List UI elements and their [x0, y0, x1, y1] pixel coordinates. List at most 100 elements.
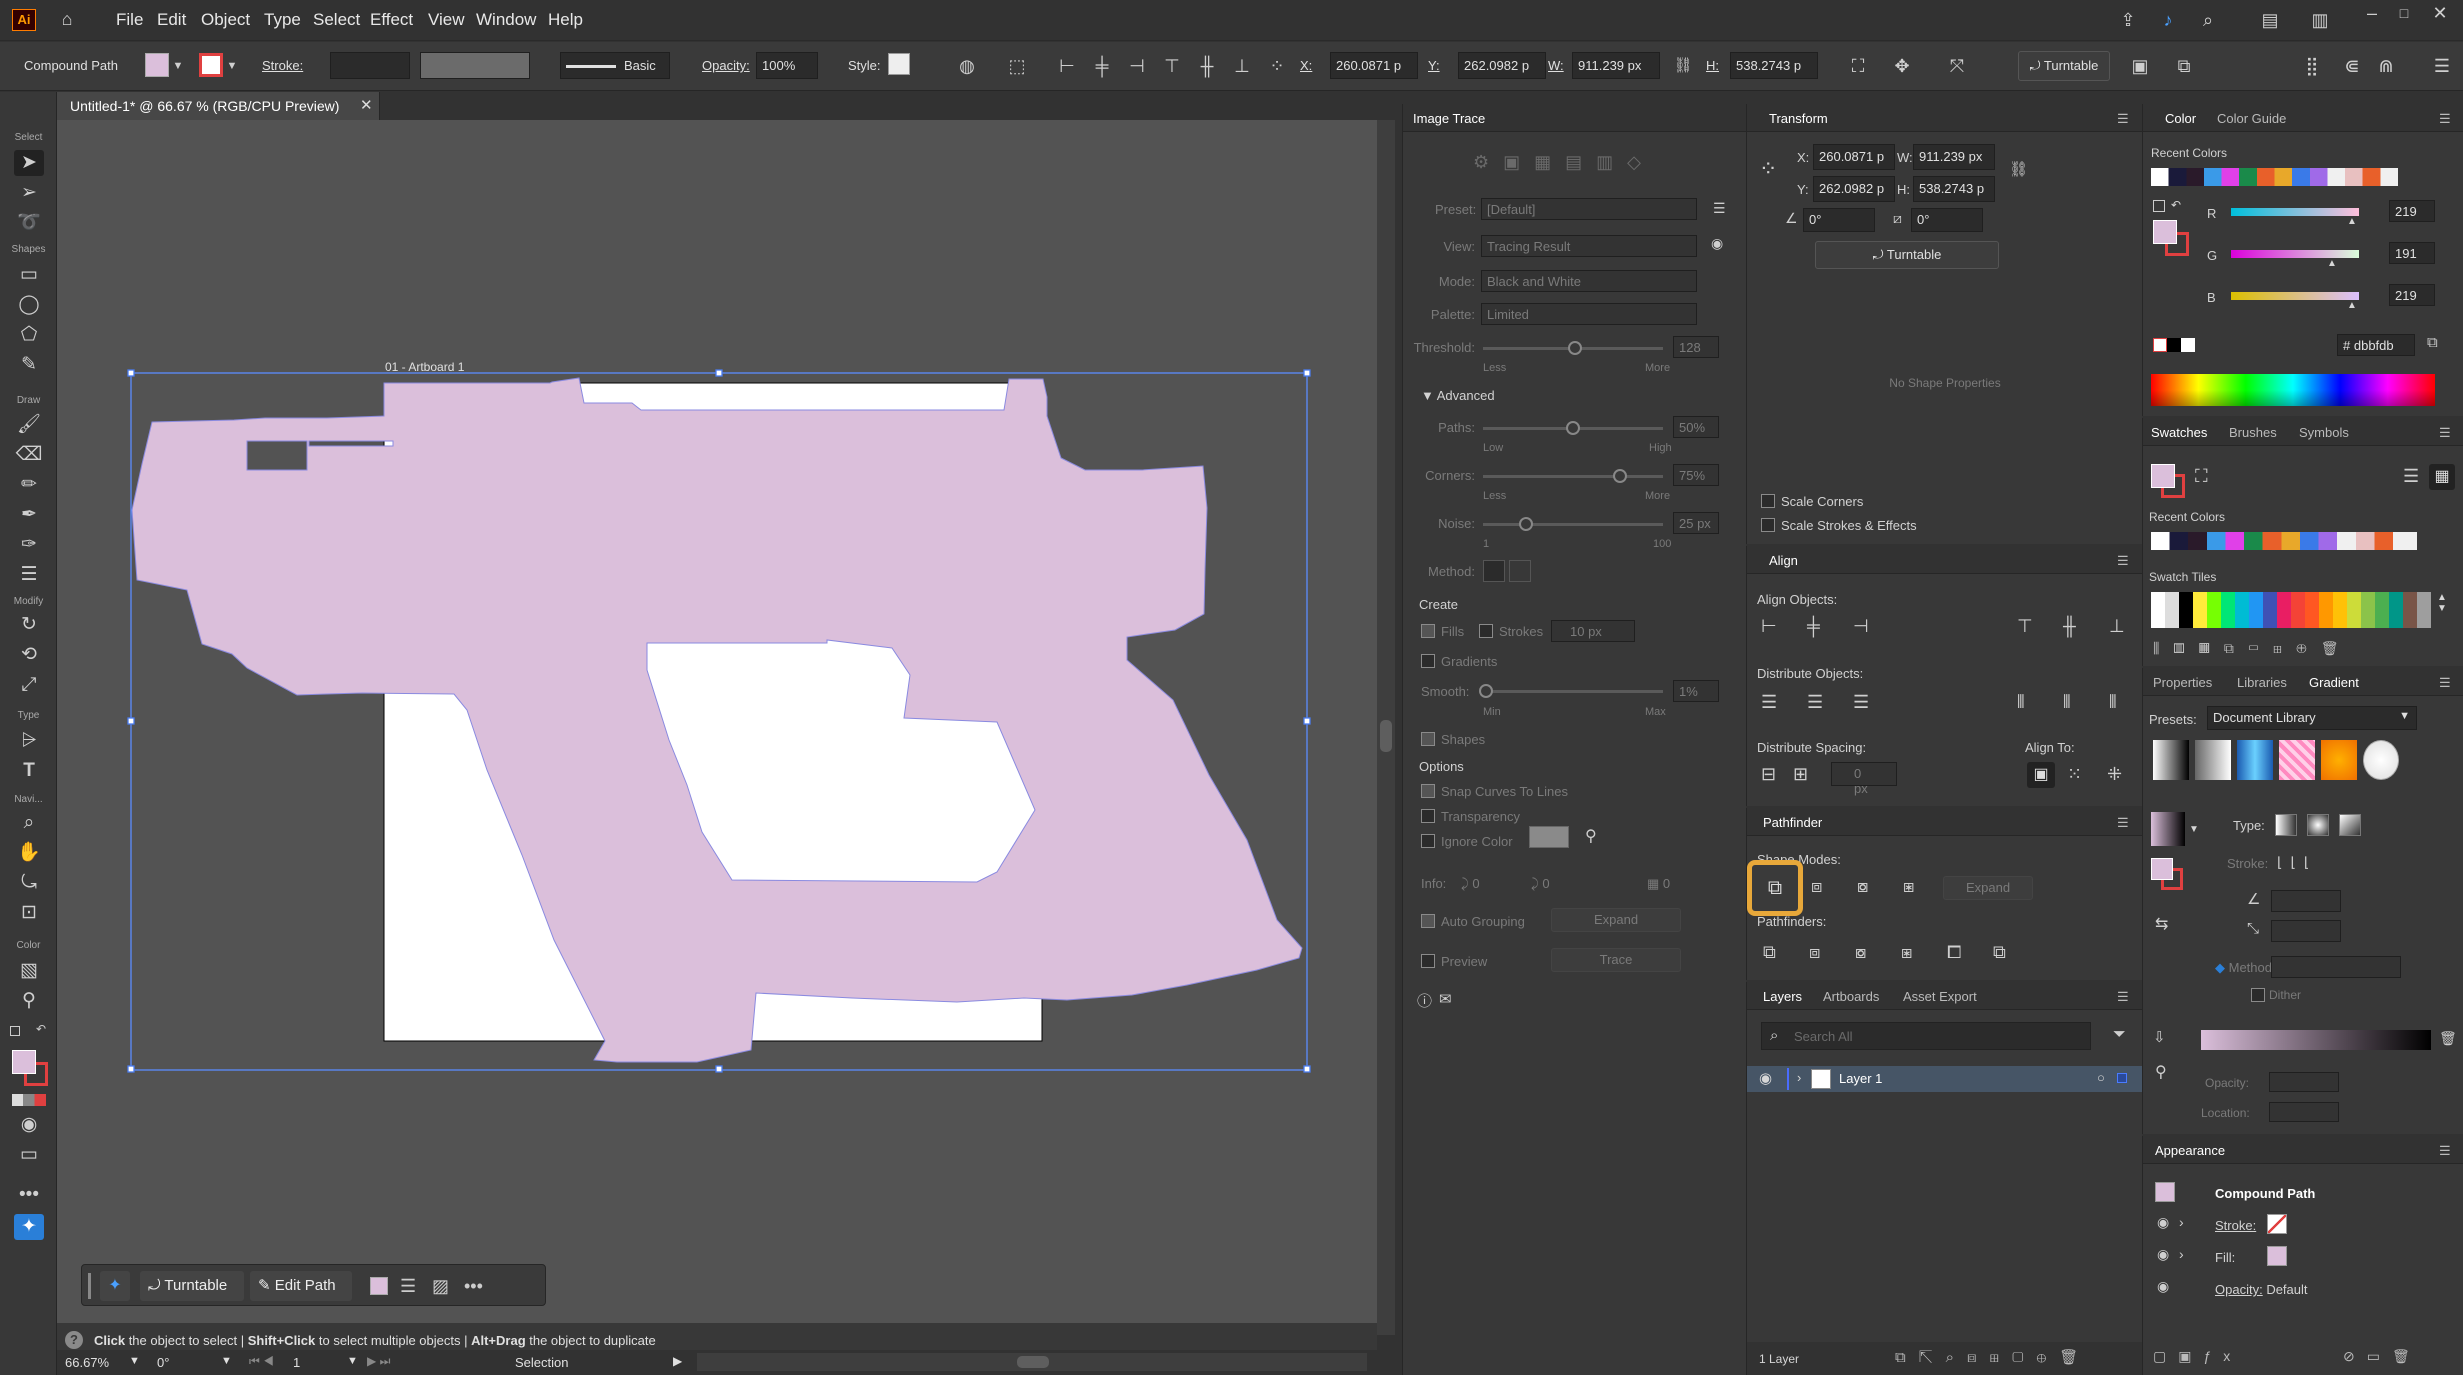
align-left-icon[interactable]: ⊢	[1055, 55, 1079, 77]
fills-checkbox[interactable]	[1421, 624, 1435, 638]
shear-field[interactable]: 0°	[1911, 208, 1983, 232]
align-top-icon[interactable]: ⊤	[1160, 55, 1184, 77]
search-icon[interactable]: ⌕	[2196, 9, 2220, 31]
layer-row[interactable]: ◉ › Layer 1 ○	[1747, 1066, 2143, 1092]
artboard-number-field[interactable]: 1	[293, 1355, 300, 1370]
swatches-recent-row[interactable]	[2151, 532, 2417, 550]
tool-name-label[interactable]: Selection	[515, 1355, 568, 1370]
presets-select[interactable]: Document Library ▼	[2207, 706, 2417, 730]
minus-front-icon[interactable]: ⧈	[1811, 876, 1822, 897]
scrollbar-thumb[interactable]	[1380, 720, 1392, 752]
grid-view-icon[interactable]: ▦	[2429, 464, 2455, 490]
opacity-field[interactable]	[2269, 1072, 2339, 1092]
lasso-tool-icon[interactable]: ➰	[14, 210, 44, 236]
default-colors-icon[interactable]	[10, 1026, 20, 1036]
exclude-icon[interactable]: ⧆	[1903, 876, 1914, 897]
gradient-preset-pink[interactable]	[2279, 740, 2315, 780]
swatch-tiles-grid[interactable]	[2151, 592, 2431, 628]
tab-layers[interactable]: Layers	[1763, 989, 1802, 1004]
direct-selection-tool-icon[interactable]: ➢	[14, 180, 44, 206]
view-select[interactable]: Tracing Result	[1481, 235, 1697, 257]
opacity-field[interactable]: 100%	[756, 52, 818, 79]
palette-select[interactable]: Limited	[1481, 303, 1697, 325]
swatch-scroll-icon[interactable]: ▲ ▼	[2437, 592, 2447, 614]
stroke-weight-field[interactable]	[330, 52, 410, 79]
artboard-tool-icon[interactable]: ⊡	[14, 900, 44, 926]
reference-point-icon[interactable]: ⁘	[1759, 156, 1777, 182]
b-slider-thumb[interactable]: ▲	[2347, 300, 2357, 311]
method-abutting-icon[interactable]	[1483, 560, 1505, 582]
visibility-icon[interactable]: ◉	[2157, 1278, 2169, 1295]
tab-gradient[interactable]: Gradient	[2309, 675, 2359, 690]
search-input[interactable]: Search All	[1794, 1029, 1853, 1044]
none-fill-icon[interactable]	[2153, 200, 2165, 212]
chevron-right-icon[interactable]: ›	[1797, 1070, 1801, 1085]
edit-path-button[interactable]: ✎ Edit Path	[250, 1271, 352, 1301]
close-window-icon[interactable]: ✕	[2428, 2, 2452, 24]
angle-field[interactable]	[2271, 890, 2341, 912]
chevron-down-icon[interactable]: ▼	[129, 1355, 140, 1367]
tab-color[interactable]: Color	[2165, 111, 2196, 126]
type-tool-icon[interactable]: T	[14, 758, 44, 784]
distribute-left-icon[interactable]: ⫴	[2017, 692, 2025, 713]
eyedropper-icon[interactable]: ⚲	[1585, 826, 1597, 846]
chevron-down-icon[interactable]: ▼	[2189, 824, 2199, 835]
fill-color-box[interactable]	[2151, 464, 2175, 488]
paintbrush-tool-icon[interactable]: 🖌	[14, 412, 44, 438]
contextual-taskbar-icon[interactable]: ✦	[14, 1214, 44, 1240]
stroke-attribute-label[interactable]: Stroke:	[2215, 1218, 2256, 1233]
g-slider-thumb[interactable]: ▲	[2327, 258, 2337, 269]
gradient-preset-white[interactable]	[2363, 740, 2399, 780]
radial-gradient-icon[interactable]	[2307, 814, 2329, 836]
auto-grouping-checkbox[interactable]	[1421, 914, 1435, 928]
layers-search[interactable]: ⌕ Search All	[1761, 1022, 2091, 1050]
align-to-key-object-icon[interactable]: ⁜	[2107, 764, 2122, 785]
visibility-icon[interactable]: ◉	[2157, 1214, 2169, 1231]
menu-select[interactable]: Select	[313, 10, 360, 30]
w-field[interactable]: 911.239 px	[1913, 144, 1995, 170]
magnet-icon[interactable]: ⋒	[2374, 55, 2398, 77]
gradient-thumbnail[interactable]	[2151, 812, 2185, 846]
r-field[interactable]: 219	[2389, 200, 2435, 222]
shapes-checkbox[interactable]	[1421, 732, 1435, 746]
minus-back-icon[interactable]: ⧉	[1993, 942, 2006, 963]
paths-knob[interactable]	[1566, 421, 1580, 435]
home-icon[interactable]: ⌂	[54, 8, 80, 30]
distribute-bottom-icon[interactable]: ☰	[1853, 692, 1869, 713]
appearance-footer-icons-right[interactable]: ⊘▭🗑	[2343, 1348, 2422, 1365]
g-field[interactable]: 191	[2389, 242, 2435, 264]
eyedropper-tool-icon[interactable]: ⚲	[14, 988, 44, 1014]
chevron-right-icon[interactable]: ›	[2179, 1214, 2184, 1230]
eye-icon[interactable]: ◉	[1711, 235, 1723, 252]
gradient-preset-black[interactable]	[2153, 740, 2189, 780]
width-tool-icon[interactable]: ☰	[14, 562, 44, 588]
crop-icon[interactable]: ⧆	[1901, 942, 1912, 963]
layers-footer-icons[interactable]: ⧉⇱⌕⧈⊞▢⊕🗑	[1895, 1348, 2091, 1366]
rotate-view-tool-icon[interactable]: ⤿	[14, 870, 44, 896]
tab-artboards[interactable]: Artboards	[1823, 989, 1879, 1004]
artboard-nav-icons[interactable]: ▶ ⏭	[367, 1354, 390, 1369]
panel-menu-icon[interactable]: ☰	[2439, 675, 2451, 691]
turntable-task-button[interactable]: ⤾ Turntable	[140, 1271, 244, 1301]
polygon-tool-icon[interactable]: ⬠	[14, 322, 44, 348]
align-bottom-icon[interactable]: ⊥	[1230, 55, 1254, 77]
style-swatch[interactable]	[888, 53, 910, 75]
turntable-button[interactable]: ⤾ Turntable	[2018, 51, 2110, 81]
comment-icon[interactable]: ✉	[1439, 990, 1452, 1008]
strokes-checkbox[interactable]	[1479, 624, 1493, 638]
drag-handle[interactable]	[88, 1273, 91, 1299]
recent-colors-row[interactable]	[2151, 168, 2445, 186]
minimize-icon[interactable]: –	[2360, 2, 2384, 24]
g-slider[interactable]	[2231, 250, 2359, 258]
intersect-icon[interactable]: ⧇	[1857, 876, 1868, 897]
rotate-field[interactable]: 0°	[1803, 208, 1875, 232]
r-slider[interactable]	[2231, 208, 2359, 216]
color-spectrum[interactable]	[2151, 374, 2435, 406]
stroke-gradient-icons[interactable]: ⌊⌊⌊	[2277, 854, 2317, 871]
preset-select[interactable]: [Default]	[1481, 198, 1697, 220]
bell-icon[interactable]: ♪	[2156, 9, 2180, 31]
outline-icon[interactable]: ⧠	[1947, 942, 1961, 963]
arrange-documents-icon[interactable]: ▤	[2258, 9, 2282, 31]
b-field[interactable]: 219	[2389, 284, 2435, 306]
corners-field[interactable]: 75%	[1673, 464, 1719, 486]
